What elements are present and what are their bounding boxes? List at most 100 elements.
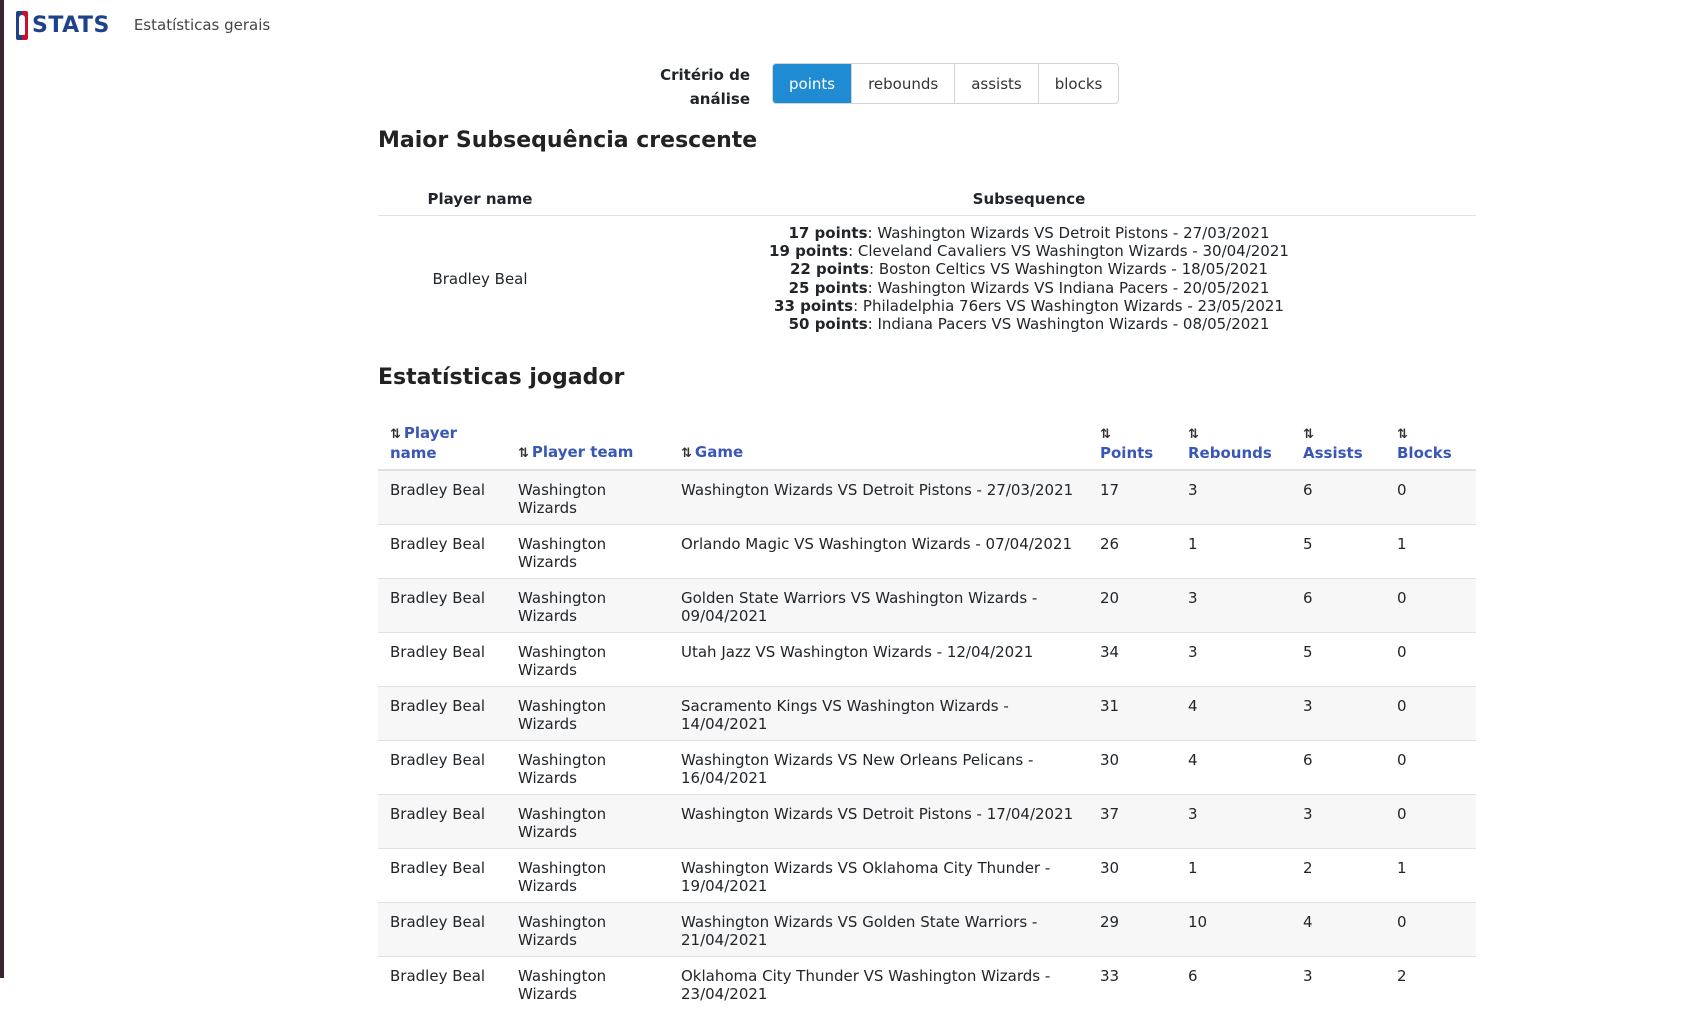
cell-rebounds: 3 <box>1176 633 1291 687</box>
cell-player-name: Bradley Beal <box>378 903 506 957</box>
subsequence-list: 17 points: Washington Wizards VS Detroit… <box>582 224 1476 333</box>
cell-assists: 3 <box>1291 957 1385 1010</box>
cell-rebounds: 1 <box>1176 849 1291 903</box>
cell-game: Washington Wizards VS Detroit Pistons - … <box>669 795 1088 849</box>
cell-player-team: Washington Wizards <box>506 957 669 1010</box>
cell-rebounds: 1 <box>1176 525 1291 579</box>
table-row: Bradley BealWashington WizardsSacramento… <box>378 687 1476 741</box>
table-row: Bradley BealWashington WizardsWashington… <box>378 849 1476 903</box>
table-row: Bradley BealWashington WizardsGolden Sta… <box>378 579 1476 633</box>
sort-icon: ⇅ <box>1188 427 1199 442</box>
player-stats-table: ⇅Player name ⇅Player team ⇅Game ⇅Points … <box>378 418 1476 1010</box>
cell-blocks: 0 <box>1385 579 1476 633</box>
window-edge <box>0 0 4 978</box>
cell-points: 30 <box>1088 741 1176 795</box>
cell-game: Washington Wizards VS Detroit Pistons - … <box>669 470 1088 525</box>
table-row: Bradley BealWashington WizardsWashington… <box>378 903 1476 957</box>
cell-points: 37 <box>1088 795 1176 849</box>
cell-blocks: 0 <box>1385 741 1476 795</box>
cell-game: Utah Jazz VS Washington Wizards - 12/04/… <box>669 633 1088 687</box>
cell-player-team: Washington Wizards <box>506 525 669 579</box>
cell-player-name: Bradley Beal <box>378 957 506 1010</box>
subsequence-item: 25 points: Washington Wizards VS Indiana… <box>582 279 1476 297</box>
cell-player-team: Washington Wizards <box>506 903 669 957</box>
sort-player-name[interactable]: ⇅Player name <box>378 418 506 470</box>
cell-player-name: Bradley Beal <box>378 579 506 633</box>
criteria-selector: Critério de análise points rebounds assi… <box>650 63 1119 111</box>
cell-rebounds: 10 <box>1176 903 1291 957</box>
cell-points: 34 <box>1088 633 1176 687</box>
cell-points: 30 <box>1088 849 1176 903</box>
nav-link-general-stats[interactable]: Estatísticas gerais <box>134 16 270 34</box>
sort-assists[interactable]: ⇅Assists <box>1291 418 1385 470</box>
cell-player-team: Washington Wizards <box>506 579 669 633</box>
cell-rebounds: 6 <box>1176 957 1291 1010</box>
cell-player-name: Bradley Beal <box>378 849 506 903</box>
nba-logo[interactable]: STATS <box>16 11 110 40</box>
sort-icon: ⇅ <box>518 446 529 461</box>
table-row: Bradley BealWashington WizardsWashington… <box>378 795 1476 849</box>
cell-player-team: Washington Wizards <box>506 741 669 795</box>
sort-points[interactable]: ⇅Points <box>1088 418 1176 470</box>
cell-player-name: Bradley Beal <box>378 687 506 741</box>
subsequence-col-player: Player name <box>378 190 582 208</box>
cell-assists: 6 <box>1291 741 1385 795</box>
sort-icon: ⇅ <box>390 427 401 442</box>
cell-game: Sacramento Kings VS Washington Wizards -… <box>669 687 1088 741</box>
cell-blocks: 1 <box>1385 849 1476 903</box>
cell-game: Washington Wizards VS New Orleans Pelica… <box>669 741 1088 795</box>
cell-player-name: Bradley Beal <box>378 633 506 687</box>
cell-blocks: 0 <box>1385 633 1476 687</box>
subsequence-item: 17 points: Washington Wizards VS Detroit… <box>582 224 1476 242</box>
sort-rebounds[interactable]: ⇅Rebounds <box>1176 418 1291 470</box>
cell-blocks: 0 <box>1385 795 1476 849</box>
cell-blocks: 2 <box>1385 957 1476 1010</box>
criteria-blocks-button[interactable]: blocks <box>1039 64 1119 103</box>
sort-blocks[interactable]: ⇅Blocks <box>1385 418 1476 470</box>
cell-player-team: Washington Wizards <box>506 849 669 903</box>
cell-game: Washington Wizards VS Golden State Warri… <box>669 903 1088 957</box>
criteria-points-button[interactable]: points <box>773 64 852 103</box>
criteria-label-line1: Critério de <box>650 63 750 87</box>
cell-assists: 2 <box>1291 849 1385 903</box>
cell-player-name: Bradley Beal <box>378 525 506 579</box>
cell-player-name: Bradley Beal <box>378 470 506 525</box>
cell-assists: 5 <box>1291 525 1385 579</box>
subsequence-row: Bradley Beal 17 points: Washington Wizar… <box>378 216 1476 333</box>
subsequence-item: 19 points: Cleveland Cavaliers VS Washin… <box>582 242 1476 260</box>
criteria-label: Critério de análise <box>650 63 750 111</box>
cell-game: Washington Wizards VS Oklahoma City Thun… <box>669 849 1088 903</box>
logo-text: STATS <box>32 13 110 38</box>
criteria-rebounds-button[interactable]: rebounds <box>852 64 955 103</box>
cell-player-team: Washington Wizards <box>506 470 669 525</box>
cell-points: 29 <box>1088 903 1176 957</box>
cell-points: 17 <box>1088 470 1176 525</box>
subsequence-header: Player name Subsequence <box>378 183 1476 216</box>
cell-rebounds: 3 <box>1176 795 1291 849</box>
subsequence-col-subsequence: Subsequence <box>582 190 1476 208</box>
player-stats-title: Estatísticas jogador <box>378 365 624 390</box>
subsequence-item: 33 points: Philadelphia 76ers VS Washing… <box>582 297 1476 315</box>
cell-rebounds: 3 <box>1176 579 1291 633</box>
cell-blocks: 0 <box>1385 687 1476 741</box>
cell-points: 31 <box>1088 687 1176 741</box>
sort-player-team[interactable]: ⇅Player team <box>506 418 669 470</box>
table-row: Bradley BealWashington WizardsWashington… <box>378 741 1476 795</box>
cell-rebounds: 4 <box>1176 687 1291 741</box>
cell-blocks: 0 <box>1385 470 1476 525</box>
cell-blocks: 1 <box>1385 525 1476 579</box>
cell-player-name: Bradley Beal <box>378 795 506 849</box>
sort-icon: ⇅ <box>1397 427 1408 442</box>
criteria-button-group: points rebounds assists blocks <box>772 63 1119 104</box>
subsequence-item: 50 points: Indiana Pacers VS Washington … <box>582 315 1476 333</box>
table-row: Bradley BealWashington WizardsOklahoma C… <box>378 957 1476 1010</box>
cell-assists: 6 <box>1291 579 1385 633</box>
cell-player-team: Washington Wizards <box>506 687 669 741</box>
sort-game[interactable]: ⇅Game <box>669 418 1088 470</box>
cell-game: Orlando Magic VS Washington Wizards - 07… <box>669 525 1088 579</box>
cell-rebounds: 3 <box>1176 470 1291 525</box>
cell-blocks: 0 <box>1385 903 1476 957</box>
cell-game: Oklahoma City Thunder VS Washington Wiza… <box>669 957 1088 1010</box>
criteria-assists-button[interactable]: assists <box>955 64 1039 103</box>
cell-assists: 3 <box>1291 687 1385 741</box>
